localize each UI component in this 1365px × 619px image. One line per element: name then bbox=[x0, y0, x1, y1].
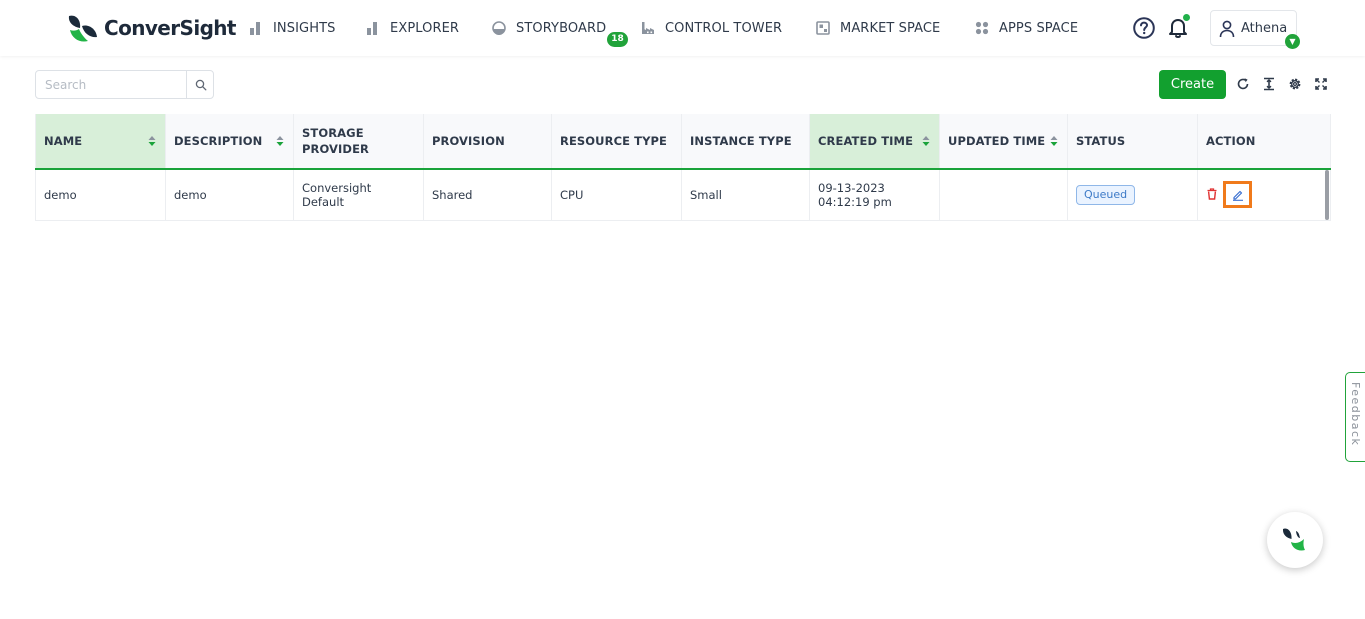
column-header-label: UPDATED TIME bbox=[948, 134, 1046, 148]
refresh-icon[interactable] bbox=[1236, 77, 1250, 91]
storyboard-count-badge: 18 bbox=[607, 32, 628, 47]
delete-icon[interactable] bbox=[1207, 188, 1217, 200]
instances-table: NAME DESCRIPTION STORAGE PROVIDER PROVIS… bbox=[35, 114, 1331, 221]
cell-description: demo bbox=[165, 169, 294, 221]
user-menu[interactable]: Athena bbox=[1210, 10, 1297, 46]
feedback-label: Feedback bbox=[1349, 382, 1362, 447]
cell-resource-type: CPU bbox=[551, 169, 682, 221]
column-header-label: STORAGE PROVIDER bbox=[302, 126, 369, 156]
nav-apps-space[interactable]: APPS SPACE bbox=[975, 18, 1078, 38]
conversight-logo-icon bbox=[68, 15, 97, 42]
column-header-provision: PROVISION bbox=[423, 114, 552, 170]
sort-icon[interactable] bbox=[148, 135, 156, 147]
table-row[interactable]: demo demo Conversight Default Shared CPU… bbox=[35, 169, 1331, 221]
search-box bbox=[35, 70, 214, 99]
column-header-storage-provider: STORAGE PROVIDER bbox=[293, 114, 424, 170]
nav-insights[interactable]: INSIGHTS bbox=[249, 18, 336, 38]
pencil-icon bbox=[1232, 190, 1243, 201]
column-header-resource-type: RESOURCE TYPE bbox=[551, 114, 682, 170]
edit-button[interactable] bbox=[1223, 181, 1252, 208]
column-header-name[interactable]: NAME bbox=[35, 114, 166, 170]
fullscreen-icon[interactable] bbox=[1314, 77, 1328, 91]
column-header-label: STATUS bbox=[1076, 134, 1126, 148]
bar-chart-icon bbox=[250, 22, 260, 35]
notification-dot bbox=[1183, 14, 1190, 21]
table-scrollbar[interactable] bbox=[1325, 170, 1329, 220]
cell-action bbox=[1197, 169, 1331, 221]
column-header-action: ACTION bbox=[1197, 114, 1331, 170]
column-header-label: INSTANCE TYPE bbox=[690, 134, 792, 148]
table-header-row: NAME DESCRIPTION STORAGE PROVIDER PROVIS… bbox=[35, 114, 1331, 170]
help-circle-icon[interactable] bbox=[1133, 17, 1155, 39]
bar-chart-icon bbox=[367, 22, 377, 35]
nav-market-space[interactable]: MARKET SPACE bbox=[816, 18, 940, 38]
nav-explorer[interactable]: EXPLORER bbox=[366, 18, 459, 38]
create-button[interactable]: Create bbox=[1159, 70, 1226, 99]
search-icon bbox=[195, 79, 206, 90]
user-name: Athena bbox=[1241, 21, 1288, 36]
column-header-label: RESOURCE TYPE bbox=[560, 134, 668, 148]
sort-icon[interactable] bbox=[922, 135, 930, 147]
cell-instance-type: Small bbox=[681, 169, 810, 221]
chevron-down-icon[interactable]: ▼ bbox=[1285, 34, 1300, 49]
cell-status: Queued bbox=[1067, 169, 1198, 221]
user-icon bbox=[1219, 20, 1235, 38]
cell-provision: Shared bbox=[423, 169, 552, 221]
sort-icon[interactable] bbox=[276, 135, 284, 147]
nav-storyboard[interactable]: STORYBOARD bbox=[492, 18, 606, 38]
factory-icon bbox=[642, 22, 654, 34]
nav-apps-space-label: APPS SPACE bbox=[999, 20, 1079, 36]
column-height-icon[interactable] bbox=[1262, 77, 1276, 91]
settings-icon[interactable] bbox=[1288, 77, 1302, 91]
top-navigation-bar: ConverSight INSIGHTS EXPLORER STORYBOARD… bbox=[0, 0, 1365, 56]
column-header-instance-type: INSTANCE TYPE bbox=[681, 114, 810, 170]
dashboard-gauge-icon bbox=[492, 21, 506, 35]
column-header-updated-time[interactable]: UPDATED TIME bbox=[939, 114, 1068, 170]
nav-insights-label: INSIGHTS bbox=[273, 20, 336, 36]
chat-assistant-button[interactable] bbox=[1267, 512, 1323, 568]
column-header-label: DESCRIPTION bbox=[174, 134, 263, 148]
conversight-chat-icon bbox=[1282, 528, 1305, 551]
column-header-label: PROVISION bbox=[432, 134, 505, 148]
cell-updated-time bbox=[939, 169, 1068, 221]
column-header-label: CREATED TIME bbox=[818, 134, 914, 148]
brand-name: ConverSight bbox=[104, 16, 237, 40]
search-input[interactable] bbox=[36, 71, 186, 98]
search-button[interactable] bbox=[186, 71, 214, 98]
column-header-status: STATUS bbox=[1067, 114, 1198, 170]
store-icon bbox=[816, 21, 830, 35]
apps-grid-icon bbox=[975, 21, 989, 35]
sort-icon[interactable] bbox=[1050, 135, 1058, 147]
conversight-logo[interactable]: ConverSight bbox=[66, 12, 237, 44]
nav-storyboard-label: STORYBOARD bbox=[516, 20, 607, 36]
cell-name: demo bbox=[35, 169, 166, 221]
nav-control-tower[interactable]: CONTROL TOWER bbox=[641, 18, 782, 38]
column-header-created-time[interactable]: CREATED TIME bbox=[809, 114, 940, 170]
nav-control-tower-label: CONTROL TOWER bbox=[665, 20, 783, 36]
column-header-label: ACTION bbox=[1206, 134, 1256, 148]
nav-market-space-label: MARKET SPACE bbox=[840, 20, 941, 36]
cell-storage-provider: Conversight Default bbox=[293, 169, 424, 221]
cell-created-time: 09-13-2023 04:12:19 pm bbox=[809, 169, 940, 221]
nav-explorer-label: EXPLORER bbox=[390, 20, 460, 36]
column-header-label: NAME bbox=[44, 134, 83, 148]
column-header-description[interactable]: DESCRIPTION bbox=[165, 114, 294, 170]
status-badge: Queued bbox=[1076, 184, 1136, 205]
